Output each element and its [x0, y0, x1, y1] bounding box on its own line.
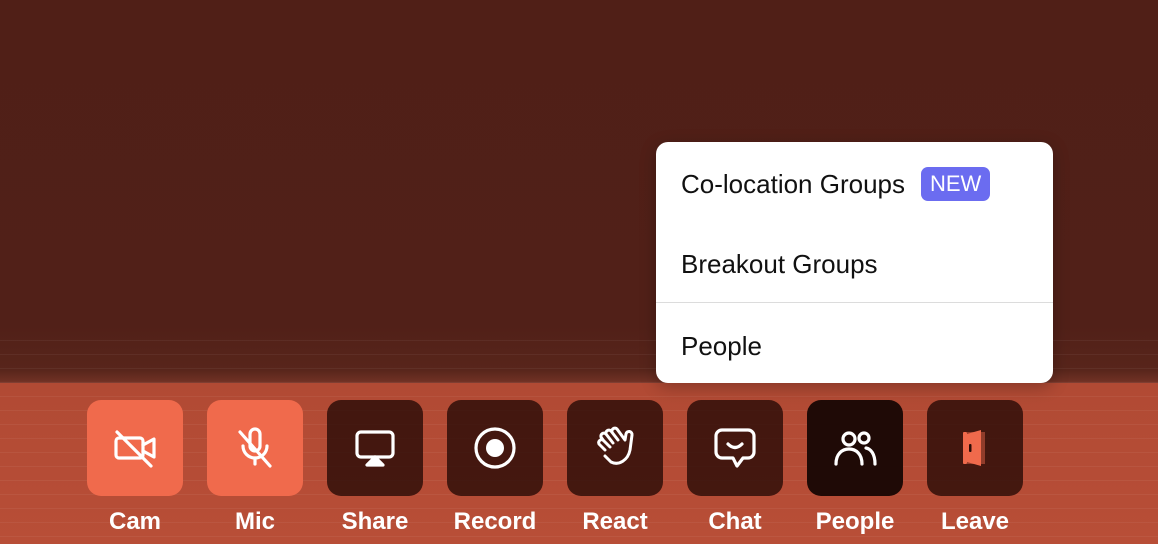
share-label: Share: [341, 508, 409, 535]
cam-tile: [87, 400, 183, 496]
cam-label: Cam: [108, 508, 162, 535]
chat-bubble-icon: [714, 428, 756, 468]
new-badge: NEW: [921, 167, 991, 201]
menu-item-people[interactable]: People: [656, 324, 1053, 368]
waving-hand-icon: [597, 426, 634, 465]
menu-item-co-location-groups[interactable]: Co-location Groups NEW: [656, 162, 1053, 206]
record-icon: [474, 427, 516, 469]
react-label: React: [582, 508, 648, 535]
menu-item-breakout-groups[interactable]: Breakout Groups: [656, 242, 1053, 286]
mic-label: Mic: [234, 508, 275, 535]
menu-item-label: People: [681, 330, 762, 361]
leave-button[interactable]: Leave: [927, 400, 1023, 536]
menu-item-label: Co-location Groups: [681, 168, 905, 199]
leave-label: Leave: [940, 508, 1010, 535]
call-toolbar: Cam Mic Share Record React Chat People L…: [87, 400, 1023, 536]
people-button[interactable]: People: [807, 400, 903, 536]
camera-off-icon: [114, 430, 156, 468]
people-tile: [807, 400, 903, 496]
chat-label: Chat: [708, 508, 762, 535]
react-tile: [567, 400, 663, 496]
monitor-icon: [355, 430, 395, 467]
react-button[interactable]: React: [567, 400, 663, 536]
menu-divider: [656, 302, 1053, 303]
cam-button[interactable]: Cam: [87, 400, 183, 536]
share-button[interactable]: Share: [327, 400, 423, 536]
chat-button[interactable]: Chat: [687, 400, 783, 536]
door-icon: [963, 430, 985, 466]
mic-button[interactable]: Mic: [207, 400, 303, 536]
record-button[interactable]: Record: [447, 400, 543, 536]
leave-tile: [927, 400, 1023, 496]
people-icon: [834, 431, 877, 466]
chat-tile: [687, 400, 783, 496]
record-label: Record: [453, 508, 537, 535]
mic-off-icon: [238, 427, 272, 468]
people-label: People: [815, 508, 895, 535]
menu-item-label: Breakout Groups: [681, 248, 878, 279]
people-menu: Co-location Groups NEW Breakout Groups P…: [656, 142, 1053, 383]
mic-tile: [207, 400, 303, 496]
record-tile: [447, 400, 543, 496]
share-tile: [327, 400, 423, 496]
